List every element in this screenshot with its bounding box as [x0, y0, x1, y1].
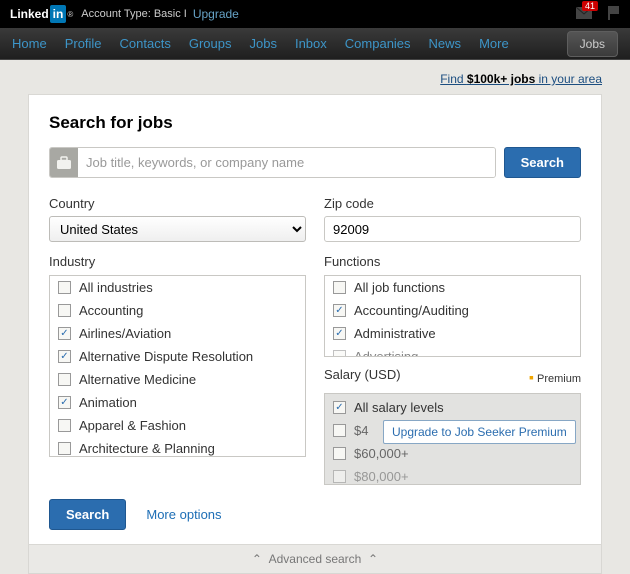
checkbox[interactable] [58, 281, 71, 294]
list-item: $80,000+ [325, 465, 580, 485]
checkbox[interactable]: ✓ [58, 350, 71, 363]
chevron-up-icon: ⌃ [252, 552, 262, 566]
search-input-wrap [49, 147, 496, 178]
page-title: Search for jobs [49, 113, 581, 133]
messages-icon[interactable]: 41 [576, 7, 592, 22]
list-item: ✓All salary levels [325, 396, 580, 419]
nav-news[interactable]: News [429, 36, 462, 51]
nav-more[interactable]: More [479, 36, 509, 51]
checkbox[interactable] [333, 424, 346, 437]
list-item: ✓Alternative Dispute Resolution [50, 345, 305, 368]
chevron-up-icon: ⌃ [368, 552, 378, 566]
industry-label: Industry [49, 254, 306, 269]
checkbox[interactable] [58, 419, 71, 432]
upgrade-link[interactable]: Upgrade [193, 7, 239, 21]
search-button-bottom[interactable]: Search [49, 499, 126, 530]
linkedin-logo[interactable]: Linkedin® [10, 5, 73, 23]
checkbox[interactable]: ✓ [333, 327, 346, 340]
nav-groups[interactable]: Groups [189, 36, 232, 51]
search-input[interactable] [78, 148, 495, 177]
zip-input[interactable] [324, 216, 581, 242]
country-label: Country [49, 196, 306, 211]
checkbox[interactable] [333, 470, 346, 483]
list-item: Advertising [325, 345, 580, 357]
checkbox[interactable] [333, 350, 346, 357]
checkbox[interactable] [58, 373, 71, 386]
functions-label: Functions [324, 254, 581, 269]
nav-home[interactable]: Home [12, 36, 47, 51]
salary-listbox[interactable]: ✓All salary levels $4 $60,000+ $80,000+ … [324, 393, 581, 485]
nav-companies[interactable]: Companies [345, 36, 411, 51]
country-select[interactable]: United States [49, 216, 306, 242]
salary-label: Salary (USD) [324, 367, 401, 382]
more-options-link[interactable]: More options [146, 507, 221, 522]
flag-icon[interactable] [608, 6, 620, 23]
functions-listbox[interactable]: All job functions ✓Accounting/Auditing ✓… [324, 275, 581, 357]
nav-jobs[interactable]: Jobs [250, 36, 277, 51]
zip-label: Zip code [324, 196, 581, 211]
nav-inbox[interactable]: Inbox [295, 36, 327, 51]
checkbox[interactable] [58, 304, 71, 317]
checkbox[interactable] [58, 442, 71, 455]
list-item: ✓Animation [50, 391, 305, 414]
checkbox[interactable] [333, 281, 346, 294]
industry-listbox[interactable]: All industries Accounting ✓Airlines/Avia… [49, 275, 306, 457]
active-tab-jobs[interactable]: Jobs [567, 31, 618, 57]
logo-text-linked: Linked [10, 7, 49, 21]
list-item: $60,000+ [325, 442, 580, 465]
checkbox[interactable]: ✓ [58, 327, 71, 340]
promo-banner: Find $100k+ jobs in your area [0, 60, 630, 94]
notification-badge: 41 [582, 1, 598, 11]
account-type-label: Account Type: Basic I [81, 8, 187, 20]
main-nav: Home Profile Contacts Groups Jobs Inbox … [0, 28, 630, 60]
checkbox[interactable] [333, 447, 346, 460]
premium-tag: ▪ Premium [529, 369, 581, 385]
list-item: ✓Airlines/Aviation [50, 322, 305, 345]
search-button-top[interactable]: Search [504, 147, 581, 178]
list-item: All job functions [325, 276, 580, 299]
list-item: Alternative Medicine [50, 368, 305, 391]
nav-profile[interactable]: Profile [65, 36, 102, 51]
topbar: Linkedin® Account Type: Basic I Upgrade … [0, 0, 630, 28]
list-item: Apparel & Fashion [50, 414, 305, 437]
checkbox[interactable]: ✓ [58, 396, 71, 409]
checkbox[interactable]: ✓ [333, 401, 346, 414]
nav-contacts[interactable]: Contacts [120, 36, 171, 51]
bottom-row: Search More options [49, 485, 581, 544]
premium-tooltip[interactable]: Upgrade to Job Seeker Premium [383, 420, 576, 444]
list-item: Architecture & Planning [50, 437, 305, 457]
briefcase-icon [50, 148, 78, 177]
premium-dot-icon: ▪ [529, 369, 534, 385]
logo-text-in: in [50, 5, 67, 23]
promo-link[interactable]: Find $100k+ jobs in your area [440, 72, 602, 86]
list-item: ✓Accounting/Auditing [325, 299, 580, 322]
list-item: All industries [50, 276, 305, 299]
checkbox[interactable]: ✓ [333, 304, 346, 317]
advanced-search-toggle[interactable]: ⌃ Advanced search ⌃ [28, 545, 602, 574]
list-item: ✓Administrative [325, 322, 580, 345]
list-item: Accounting [50, 299, 305, 322]
search-card: Search for jobs Search Country United St… [28, 94, 602, 545]
search-row: Search [49, 147, 581, 178]
